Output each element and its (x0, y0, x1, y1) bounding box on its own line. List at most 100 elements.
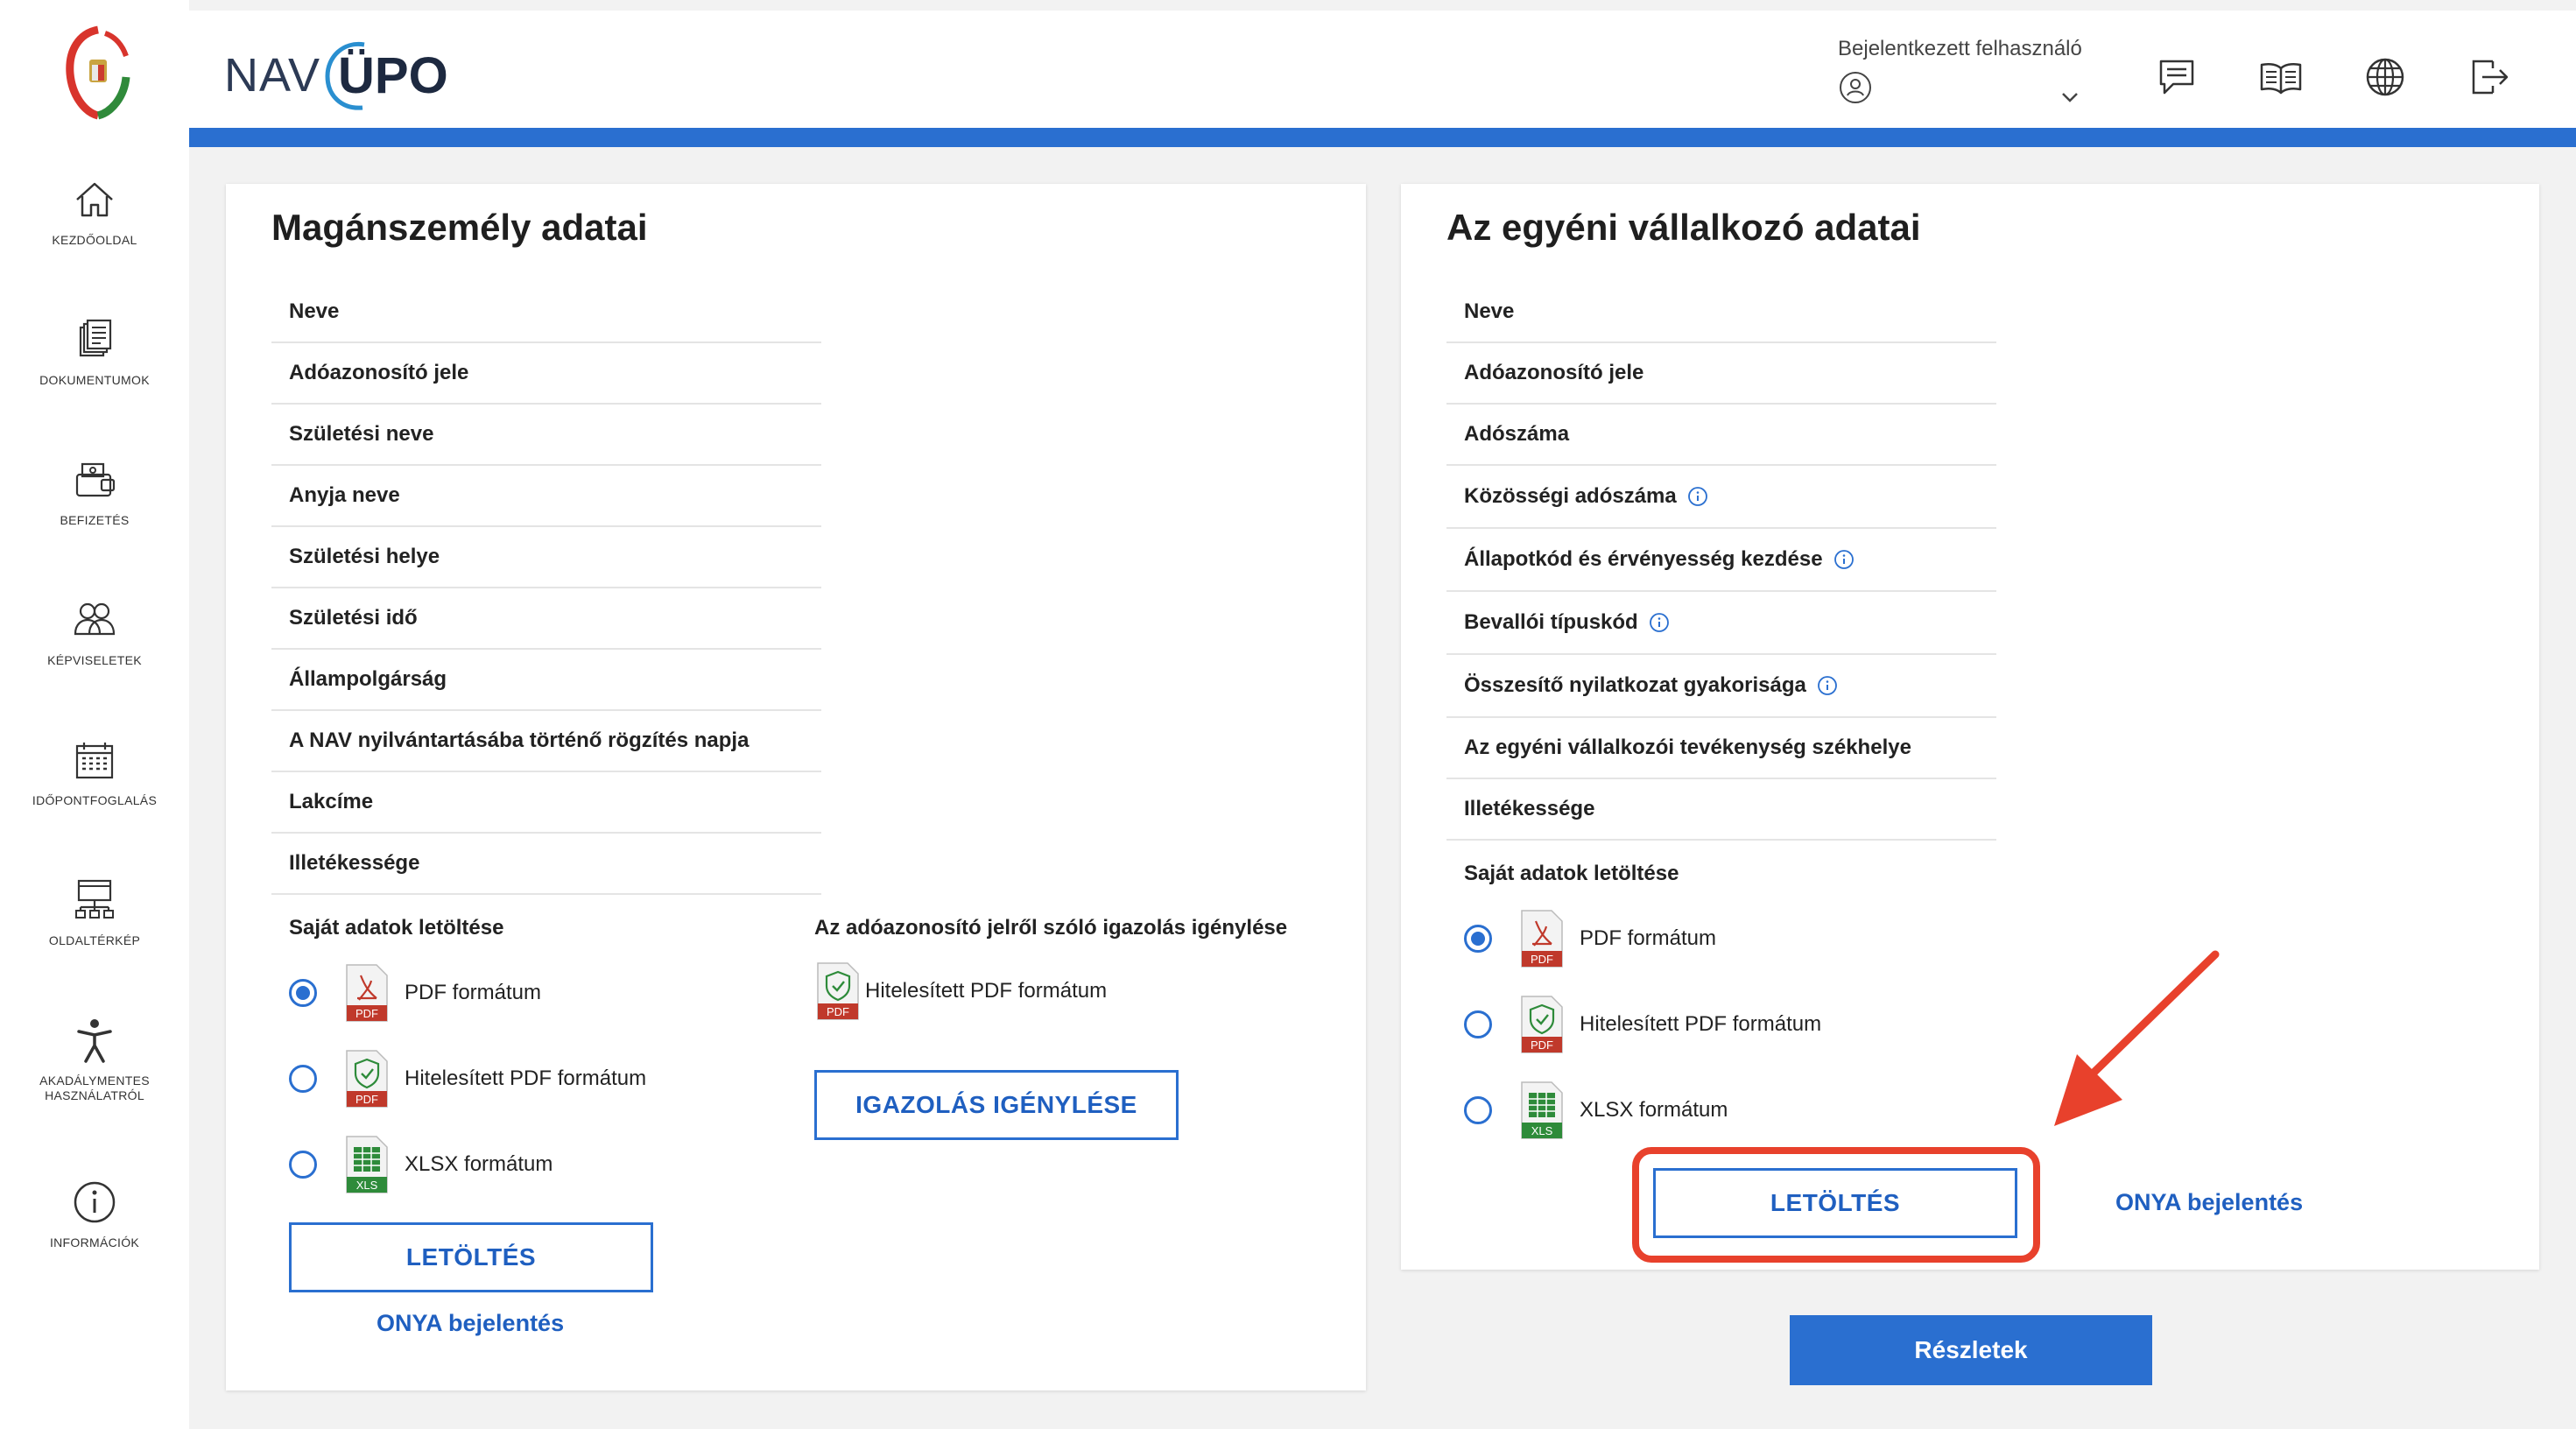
brand-logo[interactable]: NAV ÜPO (224, 32, 448, 119)
field-row: Állampolgárság (271, 650, 821, 711)
sidebar-item-appointment[interactable]: IDŐPONTFOGLALÁS (0, 736, 189, 867)
format-label: Hitelesített PDF formátum (1580, 1012, 1822, 1036)
details-button[interactable]: Részletek (1790, 1315, 2152, 1385)
file-badge: XLS (1531, 1124, 1553, 1137)
home-icon (76, 182, 113, 217)
sidebar-item-label: DOKUMENTUMOK (39, 373, 150, 387)
sidebar-item-label: KEZDŐOLDAL (52, 233, 137, 247)
field-row: Anyja neve (271, 466, 821, 527)
field-row: Születési helye (271, 527, 821, 588)
radio-button[interactable] (289, 1065, 317, 1093)
certified-pdf-file-icon: PDF (346, 1050, 388, 1108)
sidebar-item-label: BEFIZETÉS (60, 513, 130, 527)
sidebar-item-sitemap[interactable]: OLDALTÉRKÉP (0, 876, 189, 1007)
sidebar-item-accessibility[interactable]: AKADÁLYMENTES HASZNÁLATRÓL (0, 1016, 189, 1147)
sidebar-item-label: KÉPVISELETEK (47, 653, 142, 667)
info-icon (74, 1181, 116, 1223)
sidebar-item-label: INFORMÁCIÓK (49, 1235, 140, 1249)
book-icon[interactable] (2258, 54, 2304, 100)
field-row: Adóazonosító jele (1446, 343, 1996, 405)
sole-trader-card: Az egyéni vállalkozó adatai Neve Adóazon… (1401, 184, 2539, 1270)
accessibility-icon (77, 1019, 112, 1063)
download-section-label: Saját adatok letöltése (1464, 862, 1679, 885)
nav-logo[interactable] (63, 25, 133, 121)
format-option-certified-pdf[interactable]: PDF Hitelesített PDF formátum (1464, 995, 1821, 1054)
file-badge: PDF (1531, 953, 1553, 966)
format-label: XLSX formátum (1580, 1098, 1728, 1122)
download-button[interactable]: LETÖLTÉS (1653, 1168, 2017, 1238)
file-badge: PDF (355, 1093, 378, 1106)
chevron-down-icon[interactable] (2057, 84, 2083, 110)
annotation-arrow-icon (2054, 950, 2220, 1126)
format-option-certified-pdf[interactable]: PDF Hitelesített PDF formátum (289, 1049, 646, 1109)
header-accent-strip (189, 128, 2576, 147)
calendar-icon (75, 743, 114, 779)
sidebar-item-label: OLDALTÉRKÉP (48, 933, 141, 947)
sidebar-item-representations[interactable]: KÉPVISELETEK (0, 595, 189, 727)
field-row: Közösségi adószáma (1446, 466, 1996, 529)
language-globe-icon[interactable] (2362, 54, 2408, 100)
field-row: A NAV nyilvántartásába történő rögzítés … (271, 711, 821, 772)
sidebar-item-payment[interactable]: BEFIZETÉS (0, 455, 189, 587)
sitemap-icon (75, 879, 114, 919)
field-row: Adószáma (1446, 405, 1996, 466)
sidebar-item-label: IDŐPONTFOGLALÁS (32, 793, 158, 807)
payment-icon (75, 462, 116, 497)
format-label: Hitelesített PDF formátum (405, 1066, 647, 1090)
brand-upo-text: ÜPO (338, 46, 448, 104)
field-row: Illetékessége (1446, 779, 1996, 841)
info-icon[interactable] (1687, 486, 1708, 507)
download-button[interactable]: LETÖLTÉS (289, 1222, 653, 1292)
field-row: Adóazonosító jele (271, 343, 821, 405)
format-label: XLSX formátum (405, 1152, 553, 1176)
radio-button[interactable] (1464, 1096, 1492, 1124)
field-row: Bevallói típuskód (1446, 592, 1996, 655)
onya-link[interactable]: ONYA bejelentés (377, 1310, 564, 1337)
certificate-section-label: Az adóazonosító jelről szóló igazolás ig… (814, 916, 1288, 940)
field-row: Illetékessége (271, 834, 821, 895)
file-badge: XLS (356, 1179, 378, 1192)
radio-button[interactable] (1464, 1010, 1492, 1038)
format-label: Hitelesített PDF formátum (865, 979, 1108, 1003)
format-option-xlsx[interactable]: XLS XLSX formátum (1464, 1081, 1728, 1140)
field-row: Állapotkód és érvényesség kezdése (1446, 529, 1996, 592)
sidebar-item-label: AKADÁLYMENTES HASZNÁLATRÓL (39, 1074, 150, 1102)
format-option-pdf[interactable]: PDF PDF formátum (289, 963, 541, 1023)
messages-icon[interactable] (2154, 54, 2199, 100)
xlsx-file-icon: XLS (1521, 1081, 1563, 1139)
card-title: Magánszemély adatai (271, 207, 648, 248)
sidebar-item-documents[interactable]: DOKUMENTUMOK (0, 315, 189, 447)
field-row: Lakcíme (271, 772, 821, 834)
field-row: Születési neve (271, 405, 821, 466)
info-icon[interactable] (1833, 549, 1855, 570)
format-label: PDF formátum (1580, 926, 1717, 950)
info-icon[interactable] (1817, 675, 1838, 696)
request-certificate-button[interactable]: IGAZOLÁS IGÉNYLÉSE (814, 1070, 1179, 1140)
format-option-pdf[interactable]: PDF PDF formátum (1464, 909, 1716, 968)
file-badge: PDF (355, 1007, 378, 1020)
sidebar-item-information[interactable]: INFORMÁCIÓK (0, 1178, 189, 1309)
format-option-xlsx[interactable]: XLS XLSX formátum (289, 1135, 553, 1194)
main-area: NAV ÜPO Bejelentkezett felhasználó Magán… (189, 0, 2576, 1429)
sidebar-item-home[interactable]: KEZDŐOLDAL (0, 175, 189, 306)
logout-icon[interactable] (2467, 54, 2512, 100)
user-menu[interactable]: Bejelentkezett felhasználó (1838, 37, 2092, 116)
documents-icon (79, 319, 112, 357)
brand-nav-text: NAV (224, 49, 321, 102)
user-label: Bejelentkezett felhasználó (1838, 37, 2082, 60)
radio-button[interactable] (289, 979, 317, 1007)
field-row: Születési idő (271, 588, 821, 650)
radio-button[interactable] (289, 1151, 317, 1179)
radio-button[interactable] (1464, 925, 1492, 953)
field-row: Neve (1446, 282, 1996, 343)
field-row: Összesítő nyilatkozat gyakorisága (1446, 655, 1996, 718)
certificate-format: PDF Hitelesített PDF formátum (788, 961, 1107, 1021)
onya-link[interactable]: ONYA bejelentés (2115, 1189, 2303, 1216)
file-badge: PDF (1531, 1038, 1553, 1052)
pdf-file-icon: PDF (1521, 910, 1563, 968)
format-label: PDF formátum (405, 981, 542, 1004)
field-row: Neve (271, 282, 821, 343)
user-avatar-icon (1840, 72, 1871, 103)
info-icon[interactable] (1649, 612, 1670, 633)
private-person-card: Magánszemély adatai Neve Adóazonosító je… (226, 184, 1366, 1390)
